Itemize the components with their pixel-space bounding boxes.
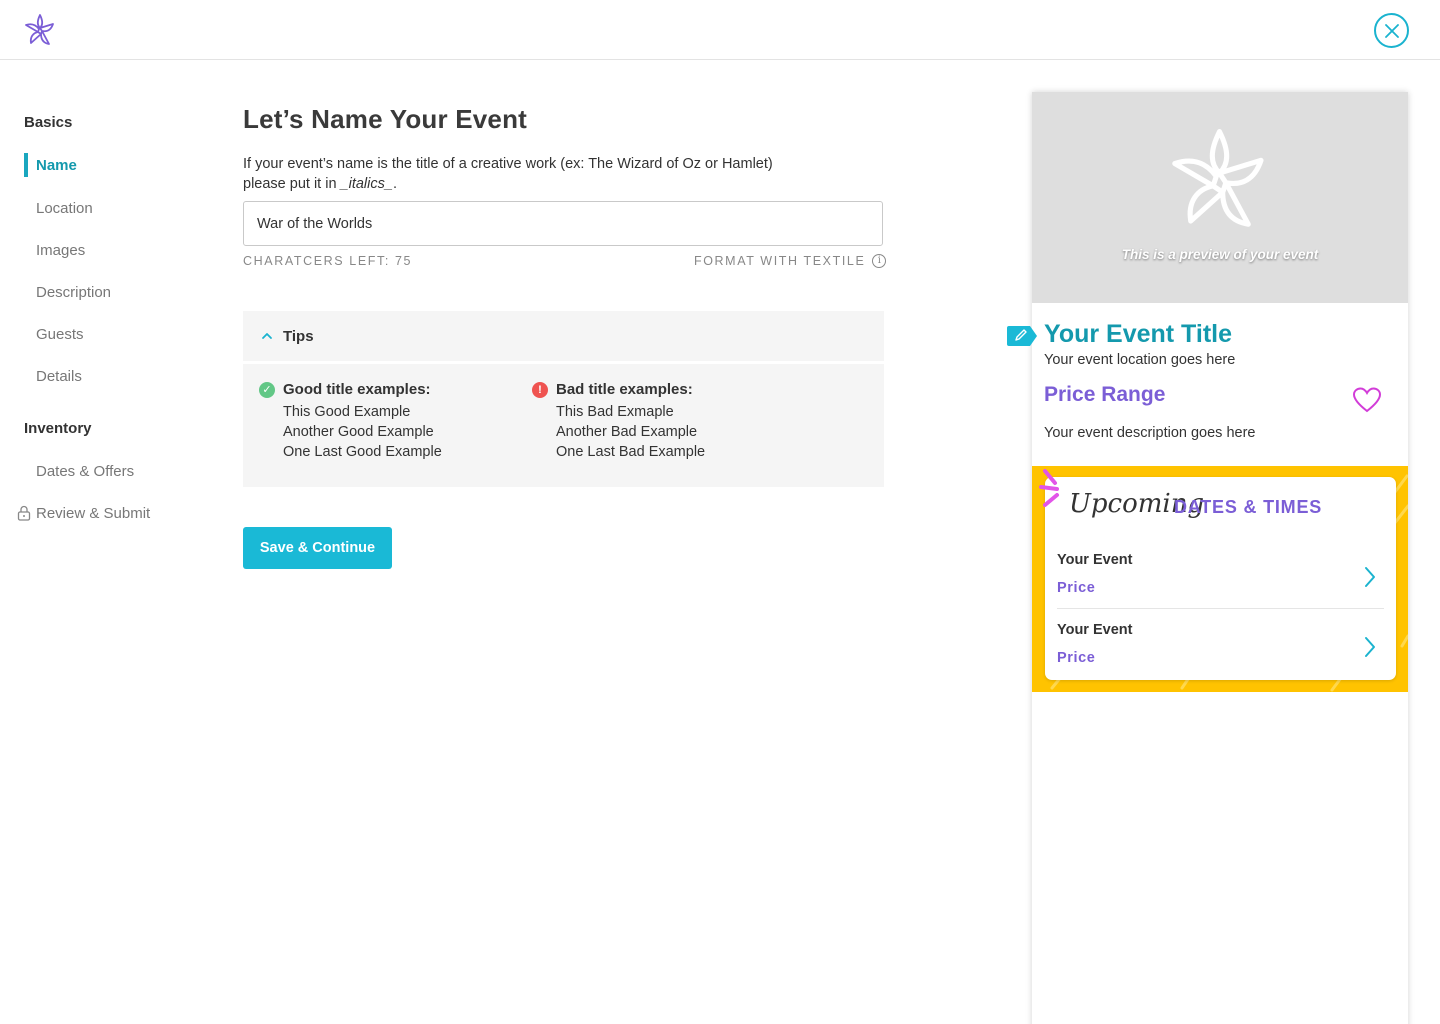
dates-card: Upcoming DATES & TIMES Your Event Price … [1039,469,1396,680]
date-row[interactable]: Your Event Price [1057,622,1384,692]
nav-section-basics: Basics [24,114,73,131]
date-price: Price [1057,650,1096,666]
close-button[interactable] [1374,13,1409,48]
tips-toggle[interactable]: Tips [243,311,884,361]
sidebar-item-guests[interactable]: Guests [36,326,84,343]
save-continue-button[interactable]: Save & Continue [243,527,392,569]
chevron-right-icon [1365,637,1375,657]
preview-hero-image: This is a preview of your event [1032,92,1408,303]
active-indicator [24,153,28,177]
good-examples: ✓ Good title examples: This Good Example… [259,381,442,462]
close-icon [1384,23,1399,38]
sidebar-item-dates-offers[interactable]: Dates & Offers [36,463,134,480]
info-icon[interactable]: i [872,254,887,268]
date-price: Price [1057,580,1096,596]
page-title: Let’s Name Your Event [243,104,528,134]
sidebar-item-details[interactable]: Details [36,368,82,385]
bad-examples: ! Bad title examples: This Bad Exmaple A… [532,381,706,462]
date-event-name: Your Event [1057,552,1133,568]
bad-example: Another Bad Example [556,424,698,440]
edit-pencil-icon[interactable] [1006,325,1038,347]
tips-panel: ✓ Good title examples: This Good Example… [243,364,884,487]
date-event-name: Your Event [1057,622,1133,638]
instructions-text: If your event’s name is the title of a c… [243,154,863,194]
bad-examples-heading: Bad title examples: [556,381,693,398]
heart-icon[interactable] [1352,386,1382,414]
divider [1057,608,1384,609]
good-example: Another Good Example [283,424,434,440]
instructions-line-1: If your event’s name is the title of a c… [243,156,773,172]
dates-times-heading: DATES & TIMES [1174,497,1323,517]
preview-price-range: Price Range [1044,383,1166,406]
bad-example: This Bad Exmaple [556,404,674,420]
check-icon: ✓ [259,382,275,398]
good-example: One Last Good Example [283,444,442,460]
sidebar-item-review-submit[interactable]: Review & Submit [36,505,150,522]
tips-title: Tips [283,327,314,345]
instructions-suffix: . [392,176,397,192]
star-flower-placeholder-icon [1172,129,1264,227]
chevron-right-icon [1365,567,1375,587]
format-textile-link[interactable]: FORMAT WITH TEXTILE i [694,254,887,268]
sidebar-item-images[interactable]: Images [36,242,85,259]
preview-event-description: Your event description goes here [1044,425,1256,441]
preview-caption: This is a preview of your event [1121,247,1319,262]
top-bar [0,0,1440,60]
sparkle-icon [1039,469,1059,507]
good-example: This Good Example [283,404,411,420]
dates-section: Upcoming DATES & TIMES Your Event Price … [1032,466,1408,692]
characters-left: CHARATCERS LEFT: 75 [243,254,413,268]
bad-example: One Last Bad Example [556,444,706,460]
instructions-line-2: please put it in _italics_. [243,174,863,194]
chevron-up-icon [262,333,272,339]
event-name-input[interactable] [243,201,883,246]
alert-icon: ! [532,382,548,398]
preview-event-title: Your Event Title [1044,320,1233,348]
date-row[interactable]: Your Event Price [1057,552,1384,622]
lock-icon [17,505,31,521]
format-textile-label: FORMAT WITH TEXTILE [694,254,866,268]
good-examples-heading: Good title examples: [283,381,431,398]
sidebar-item-location[interactable]: Location [36,200,93,217]
sidebar-item-name[interactable]: Name [36,157,77,174]
event-preview: This is a preview of your event Your Eve… [1032,92,1408,1024]
instructions-prefix: please put it in [243,176,341,192]
sidebar-item-description[interactable]: Description [36,284,111,301]
star-flower-logo-icon[interactable] [22,12,58,48]
nav-section-inventory: Inventory [24,420,92,437]
instructions-italic: _italics_ [340,176,393,192]
preview-event-location: Your event location goes here [1044,352,1236,368]
